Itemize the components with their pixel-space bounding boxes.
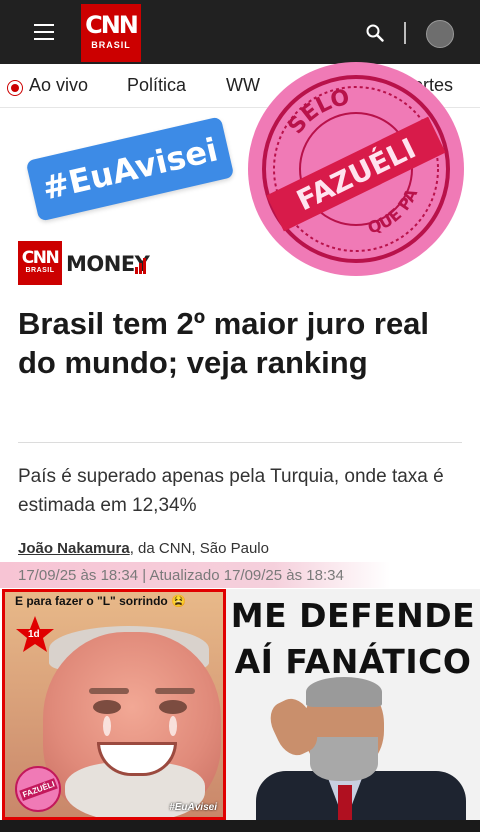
svg-text:SELO: SELO xyxy=(283,85,351,139)
user-avatar[interactable] xyxy=(426,20,454,48)
meme-image-left: E para fazer o "L" sorrindo 😫 1d FAZUÉLI… xyxy=(2,589,226,820)
meme-image-right: ME DEFENDE AÍ FANÁTICO xyxy=(226,589,480,820)
star-badge-text: 1d xyxy=(28,629,40,640)
nav-item-politica[interactable]: Política xyxy=(127,75,186,96)
divider xyxy=(18,442,462,443)
meme-hashtag: #EuAvisei xyxy=(169,802,217,813)
cnn-brasil-logo[interactable]: CNN BRASIL xyxy=(81,4,141,62)
fazueli-seal-stamp: SELO QUE PASSA FAZUÉLI xyxy=(248,62,464,276)
meme-caption: E para fazer o "L" sorrindo 😫 xyxy=(15,594,187,608)
mini-seal-stamp: FAZUÉLI xyxy=(15,766,61,812)
hashtag-sticker: #EuAvisei xyxy=(25,116,235,222)
meme-title: ME DEFENDE AÍ FANÁTICO xyxy=(230,596,476,681)
dateline-highlight: 17/09/25 às 18:34 | Atualizado 17/09/25 … xyxy=(0,562,390,588)
byline-rest: , da CNN, São Paulo xyxy=(129,540,269,557)
article-headline: Brasil tem 2º maior juro real do mundo; … xyxy=(18,306,430,380)
money-logo-subtext: BRASIL xyxy=(25,267,55,274)
article-subtitle: País é superado apenas pela Turquia, ond… xyxy=(18,466,444,516)
cnn-money-logo[interactable]: CNN BRASIL xyxy=(18,241,62,285)
logo-text: CNN xyxy=(85,11,139,39)
money-chart-icon xyxy=(135,258,147,274)
search-icon[interactable] xyxy=(366,24,384,42)
bottom-edge xyxy=(0,820,480,832)
nav-item-ao-vivo[interactable]: Ao vivo xyxy=(29,75,88,96)
publish-date: 17/09/25 às 18:34 | Atualizado 17/09/25 … xyxy=(18,567,344,584)
header-divider xyxy=(404,22,406,44)
author-link[interactable]: João Nakamura xyxy=(18,540,130,557)
seal-top-text: SELO xyxy=(283,85,351,139)
live-icon xyxy=(7,80,23,96)
tired-face-icon: 😫 xyxy=(171,594,187,608)
money-logo-text: CNN xyxy=(21,248,60,268)
logo-subtext: BRASIL xyxy=(91,40,131,50)
byline: João Nakamura, da CNN, São Paulo xyxy=(18,540,269,557)
menu-icon[interactable] xyxy=(34,24,54,40)
top-bar: CNN BRASIL xyxy=(0,0,480,64)
